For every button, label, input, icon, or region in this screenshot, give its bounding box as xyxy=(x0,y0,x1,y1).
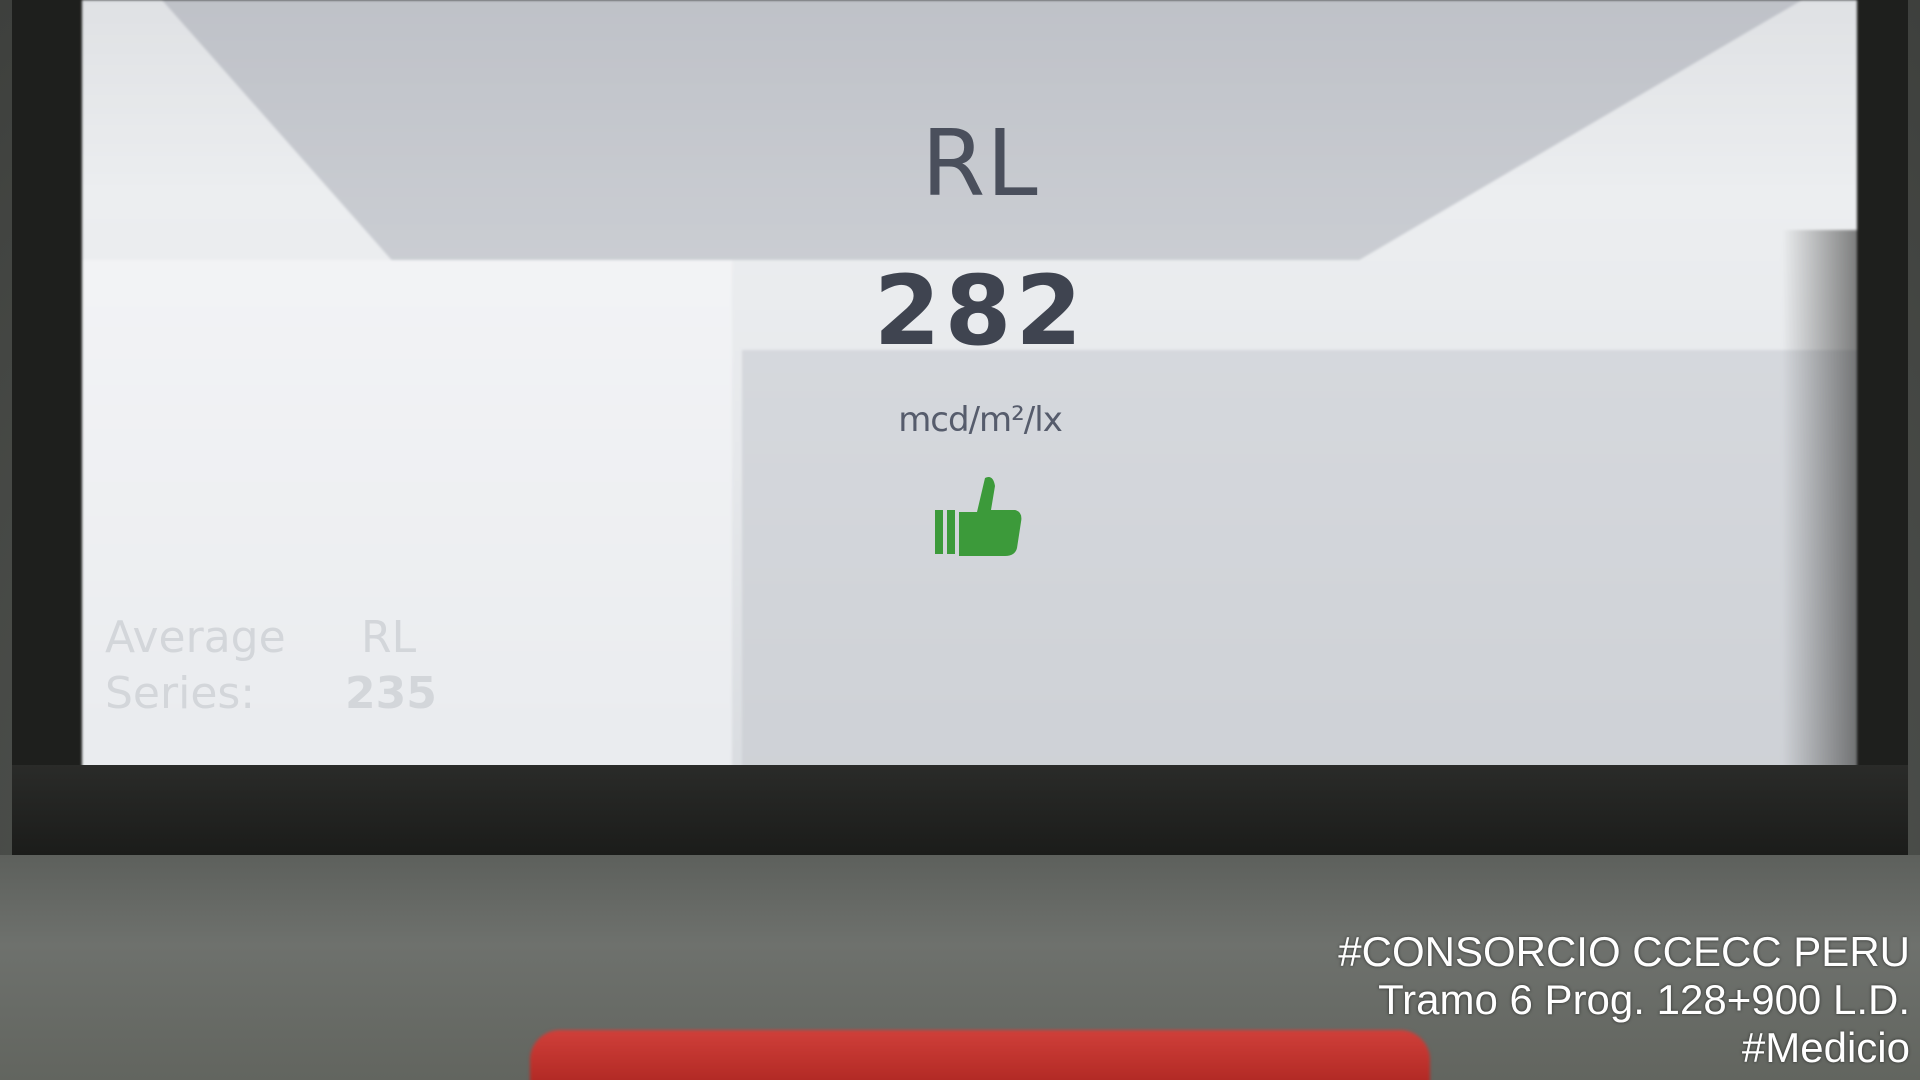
series-label: Series: xyxy=(105,668,256,719)
thumbs-up-icon xyxy=(935,477,1022,556)
average-value: 235 xyxy=(345,668,437,719)
average-label: Average xyxy=(105,612,286,663)
measurement-label: RL xyxy=(921,110,1039,217)
watermark-line-1: #CONSORCIO CCECC PERU xyxy=(1338,928,1910,975)
watermark: #CONSORCIO CCECC PERU Tramo 6 Prog. 128+… xyxy=(1338,928,1910,1072)
photo: RL 282 mcd/m²/lx Average RL Series: 235 … xyxy=(0,0,1920,1080)
measurement-unit: mcd/m²/lx xyxy=(898,400,1063,440)
average-key: RL xyxy=(361,612,417,663)
red-hardware-button[interactable] xyxy=(530,1030,1430,1080)
average-series: Average RL Series: 235 xyxy=(105,610,437,722)
measurement-value: 282 xyxy=(873,255,1087,367)
watermark-line-2: Tramo 6 Prog. 128+900 L.D. xyxy=(1378,976,1910,1023)
watermark-line-3: #Medicio xyxy=(1741,1024,1910,1071)
screen-lower-edge xyxy=(12,765,1908,855)
